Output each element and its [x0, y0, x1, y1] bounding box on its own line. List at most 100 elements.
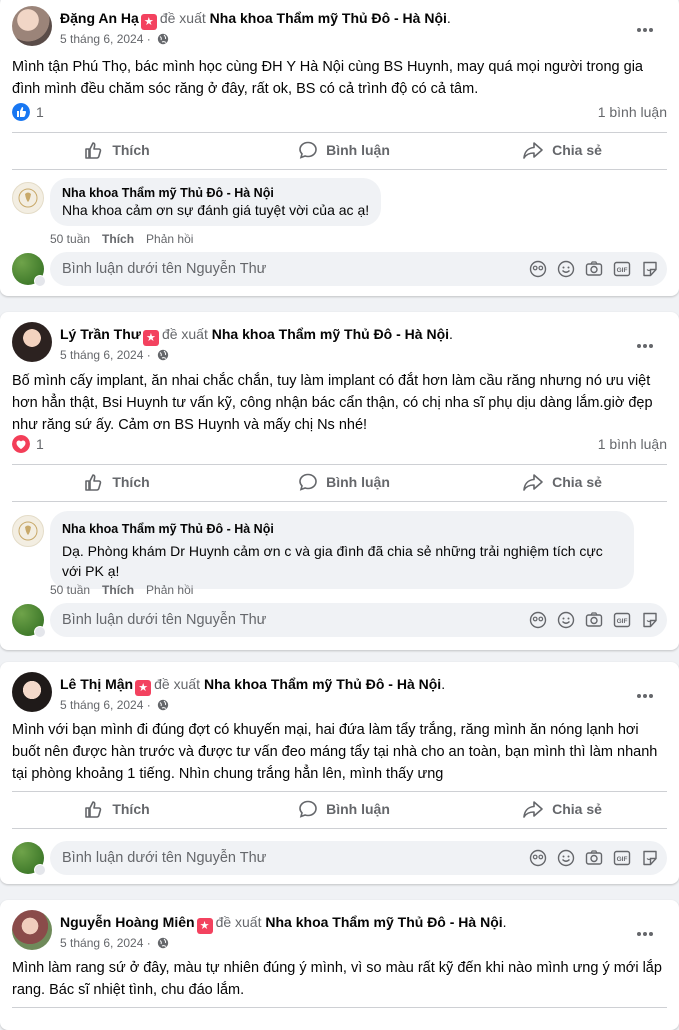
page-name[interactable]: Nha khoa Thẩm mỹ Thủ Đô - Hà Nội — [212, 326, 449, 342]
globe-icon — [157, 699, 169, 711]
sticker-icon[interactable] — [641, 849, 659, 867]
author-avatar[interactable] — [12, 672, 52, 712]
post-header: Đặng An Hạ ★ đề xuất Nha khoa Thẩm mỹ Thủ … — [12, 6, 667, 50]
like-button[interactable]: Thích — [12, 792, 222, 826]
comment-bubble: Nha khoa Thẩm mỹ Thủ Đô - Hà Nội Dạ. Phò… — [50, 511, 634, 589]
comment-button[interactable]: Bình luận — [239, 465, 449, 499]
comment-reply-link[interactable]: Phản hồi — [146, 583, 193, 597]
action-bar: Thích Bình luận Chia sẻ — [12, 792, 667, 826]
comment-placeholder: Bình luận dưới tên Nguyễn Thư — [62, 261, 267, 277]
globe-icon — [157, 33, 169, 45]
page-name[interactable]: Nha khoa Thẩm mỹ Thủ Đô - Hà Nội — [265, 914, 502, 930]
post-header: Lê Thị Mận ★ đề xuất Nha khoa Thẩm mỹ Thủ … — [12, 672, 667, 716]
emoji-icon[interactable] — [557, 611, 575, 629]
reaction-count: 1 — [36, 104, 44, 120]
comment-placeholder: Bình luận dưới tên Nguyễn Thư — [62, 612, 267, 628]
comment-time[interactable]: 50 tuần — [50, 583, 90, 597]
post-date[interactable]: 5 tháng 6, 2024 — [60, 348, 143, 362]
author-name[interactable]: Đặng An Hạ — [60, 10, 139, 26]
share-button[interactable]: Chia sẻ — [457, 792, 667, 826]
author-avatar[interactable] — [12, 322, 52, 362]
comment-bubble-icon — [299, 473, 317, 491]
comment-input[interactable]: Bình luận dưới tên Nguyễn Thư GIF — [50, 603, 667, 637]
sticker-icon[interactable] — [641, 260, 659, 278]
more-dots-icon[interactable] — [631, 336, 659, 356]
reaction-summary[interactable]: 1 — [12, 435, 44, 453]
write-comment: Bình luận dưới tên Nguyễn Thư GIF — [12, 252, 667, 287]
post-header-line: Lý Trần Thư ★ đề xuất Nha khoa Thẩm mỹ Thủ… — [60, 326, 453, 346]
author-name[interactable]: Lý Trần Thư — [60, 326, 141, 342]
commenter-name[interactable]: Nha khoa Thẩm mỹ Thủ Đô - Hà Nội — [62, 186, 369, 200]
comment-input[interactable]: Bình luận dưới tên Nguyễn Thư GIF — [50, 841, 667, 875]
share-button[interactable]: Chia sẻ — [457, 465, 667, 499]
camera-icon[interactable] — [585, 260, 603, 278]
like-reaction-icon — [12, 103, 30, 121]
chevron-down-icon[interactable] — [34, 626, 46, 638]
reaction-summary[interactable]: 1 — [12, 103, 44, 121]
author-name[interactable]: Nguyễn Hoàng Miên — [60, 914, 195, 930]
post-text: Mình tận Phú Thọ, bác mình học cùng ĐH Y… — [12, 59, 643, 97]
comment-placeholder: Bình luận dưới tên Nguyễn Thư — [62, 850, 267, 866]
author-avatar[interactable] — [12, 910, 52, 950]
divider — [12, 1007, 667, 1008]
recommend-verb: đề xuất — [154, 676, 201, 692]
comment-like-link[interactable]: Thích — [102, 583, 134, 597]
comment-tools: GIF — [529, 849, 659, 867]
post-date[interactable]: 5 tháng 6, 2024 — [60, 32, 143, 46]
author-avatar[interactable] — [12, 6, 52, 46]
commenter-name[interactable]: Nha khoa Thẩm mỹ Thủ Đô - Hà Nội — [62, 519, 622, 539]
emoji-icon[interactable] — [557, 849, 575, 867]
post-date[interactable]: 5 tháng 6, 2024 — [60, 698, 143, 712]
more-dots-icon[interactable] — [631, 686, 659, 706]
gif-icon[interactable]: GIF — [613, 849, 631, 867]
camera-icon[interactable] — [585, 849, 603, 867]
comment-label: Bình luận — [326, 142, 390, 158]
comment-input[interactable]: Bình luận dưới tên Nguyễn Thư GIF — [50, 252, 667, 286]
page-avatar[interactable] — [12, 515, 44, 547]
action-bar: Thích Bình luận Chia sẻ — [12, 133, 667, 167]
avatar-sticker-icon[interactable] — [529, 611, 547, 629]
comment-reply-link[interactable]: Phản hồi — [146, 232, 193, 246]
post-card: Nguyễn Hoàng Miên ★ đề xuất Nha khoa Thẩm … — [0, 900, 679, 1030]
avatar-sticker-icon[interactable] — [529, 849, 547, 867]
comment-like-link[interactable]: Thích — [102, 232, 134, 246]
comment-meta: 50 tuần Thích Phản hồi — [50, 232, 205, 246]
recommend-star-icon: ★ — [196, 918, 213, 934]
love-reaction-icon — [12, 435, 30, 453]
divider — [12, 501, 667, 502]
page-avatar[interactable] — [12, 182, 44, 214]
comment-count[interactable]: 1 bình luận — [598, 104, 667, 120]
comment-label: Bình luận — [326, 474, 390, 490]
gif-icon[interactable]: GIF — [613, 611, 631, 629]
like-button[interactable]: Thích — [12, 133, 222, 167]
gif-icon[interactable]: GIF — [613, 260, 631, 278]
post-date[interactable]: 5 tháng 6, 2024 — [60, 936, 143, 950]
camera-icon[interactable] — [585, 611, 603, 629]
recommend-verb: đề xuất — [161, 326, 208, 342]
like-label: Thích — [112, 801, 150, 817]
recommend-verb: đề xuất — [215, 914, 262, 930]
author-name[interactable]: Lê Thị Mận — [60, 676, 133, 692]
sticker-icon[interactable] — [641, 611, 659, 629]
page-name[interactable]: Nha khoa Thẩm mỹ Thủ Đô - Hà Nội — [210, 10, 447, 26]
comment-button[interactable]: Bình luận — [239, 792, 449, 826]
more-dots-icon[interactable] — [631, 924, 659, 944]
page-name[interactable]: Nha khoa Thẩm mỹ Thủ Đô - Hà Nội — [204, 676, 441, 692]
comment-time[interactable]: 50 tuần — [50, 232, 90, 246]
avatar-sticker-icon[interactable] — [529, 260, 547, 278]
share-arrow-icon — [523, 474, 543, 491]
comment-button[interactable]: Bình luận — [239, 133, 449, 167]
comment-tools: GIF — [529, 611, 659, 629]
post-card: Lê Thị Mận ★ đề xuất Nha khoa Thẩm mỹ Thủ … — [0, 662, 679, 884]
emoji-icon[interactable] — [557, 260, 575, 278]
comment-bubble: Nha khoa Thẩm mỹ Thủ Đô - Hà Nội Nha kho… — [50, 178, 382, 226]
comment-tools: GIF — [529, 260, 659, 278]
chevron-down-icon[interactable] — [34, 864, 46, 876]
like-button[interactable]: Thích — [12, 465, 222, 499]
share-button[interactable]: Chia sẻ — [457, 133, 667, 167]
post-header-line: Lê Thị Mận ★ đề xuất Nha khoa Thẩm mỹ Thủ … — [60, 676, 446, 696]
more-dots-icon[interactable] — [631, 20, 659, 40]
comment-count[interactable]: 1 bình luận — [598, 436, 667, 452]
chevron-down-icon[interactable] — [34, 275, 46, 287]
comment-bubble-icon — [299, 800, 317, 818]
